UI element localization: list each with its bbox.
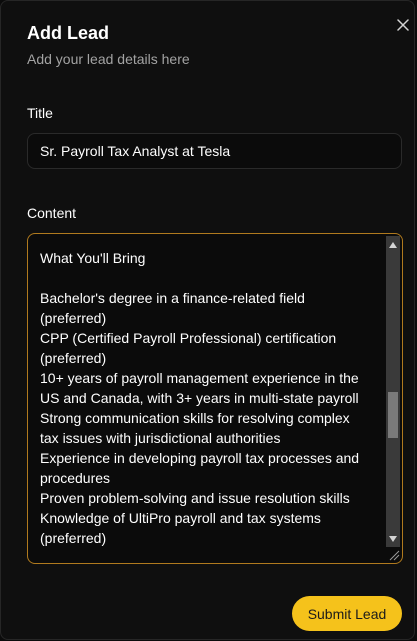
- dialog-subtitle: Add your lead details here: [27, 51, 190, 67]
- scroll-thumb[interactable]: [388, 392, 398, 438]
- content-label: Content: [27, 205, 77, 221]
- submit-lead-button[interactable]: Submit Lead: [292, 596, 402, 631]
- close-button[interactable]: [393, 15, 413, 35]
- content-text: What You'll Bring Bachelor's degree in a…: [40, 250, 360, 546]
- title-label: Title: [27, 105, 53, 121]
- scroll-down-icon[interactable]: [386, 532, 400, 546]
- add-lead-dialog: Add Lead Add your lead details here Titl…: [0, 0, 415, 640]
- content-scrollbar[interactable]: [386, 236, 400, 561]
- close-icon: [397, 19, 409, 31]
- dialog-title: Add Lead: [27, 23, 110, 43]
- scroll-up-icon[interactable]: [386, 238, 400, 252]
- content-textarea[interactable]: What You'll Bring Bachelor's degree in a…: [27, 233, 403, 564]
- resize-handle-icon[interactable]: [386, 547, 400, 561]
- title-input[interactable]: [27, 133, 402, 169]
